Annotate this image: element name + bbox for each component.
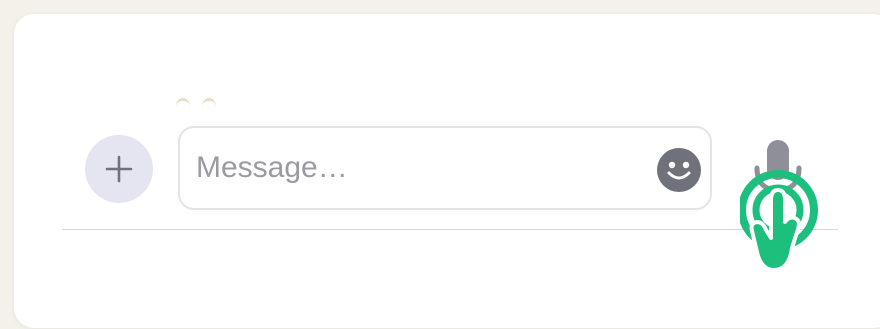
voice-record-button[interactable] (738, 128, 824, 276)
message-input[interactable] (196, 146, 636, 190)
composer-divider (62, 229, 838, 230)
message-field-container[interactable] (178, 126, 712, 210)
add-attachment-button[interactable] (85, 135, 153, 203)
smiley-face-icon (657, 148, 701, 192)
emoji-button[interactable] (656, 147, 702, 193)
tap-gesture-icon (738, 170, 818, 272)
plus-icon (105, 155, 133, 183)
clipped-text-remnant (176, 98, 236, 106)
